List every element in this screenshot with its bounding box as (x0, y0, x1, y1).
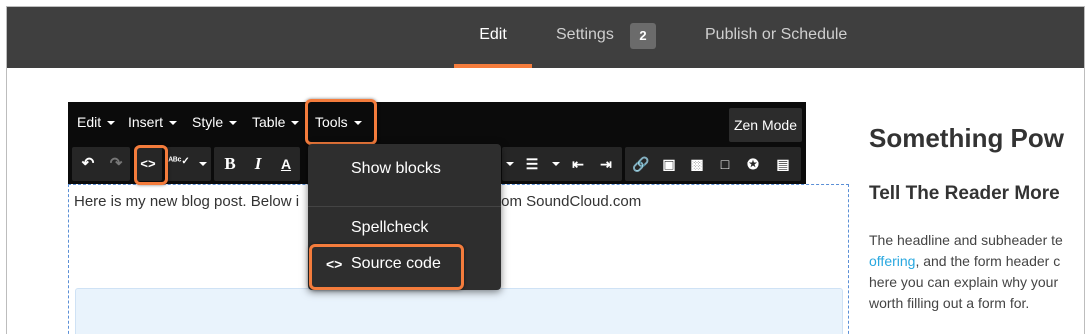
redo-icon[interactable]: ↷ (102, 147, 130, 181)
preview-body-line: The headline and subheader te (869, 232, 1063, 248)
undo-redo-group: ↶ ↷ (72, 147, 130, 181)
source-code-button-highlight (134, 145, 168, 185)
file-icon[interactable]: □ (711, 147, 739, 181)
chevron-down-icon (169, 121, 178, 126)
menu-table-label: Table (252, 114, 286, 130)
undo-icon[interactable]: ↶ (74, 147, 102, 181)
list-indent-group: ☰ ⇤ ⇥ (502, 147, 622, 181)
preview-body-line: here you can explain why your (869, 274, 1059, 290)
italic-icon[interactable]: I (244, 147, 272, 181)
preview-subheader: Tell The Reader More (869, 183, 1060, 204)
menu-item-show-blocks[interactable]: Show blocks (308, 151, 501, 187)
preview-headline: Something Pow (869, 123, 1064, 153)
tab-edit[interactable]: Edit (454, 7, 532, 68)
tab-publish-or-schedule[interactable]: Publish or Schedule (705, 7, 865, 68)
dropdown-divider (308, 206, 501, 207)
menu-table[interactable]: Table (252, 114, 300, 130)
menu-edit[interactable]: Edit (77, 114, 116, 130)
text-format-group: B I A (214, 147, 300, 181)
numbered-list-icon[interactable]: ☰ (518, 147, 546, 181)
settings-count-badge: 2 (630, 23, 656, 49)
menu-style[interactable]: Style (192, 114, 238, 130)
special-character-icon[interactable]: ✪ (739, 147, 767, 181)
image-icon[interactable]: ▣ (655, 147, 683, 181)
link-icon[interactable]: 🔗 (627, 147, 655, 181)
content-text-end: om SoundCloud.com (501, 193, 642, 210)
video-icon[interactable]: ▩ (683, 147, 711, 181)
spellcheck-group: ᴬᴮᶜ✓ (165, 147, 211, 181)
content-text-start: Here is my new blog post. Below i (74, 193, 300, 210)
bold-icon[interactable]: B (216, 147, 244, 181)
text-color-icon[interactable]: A (272, 147, 300, 181)
preview-body-text: , and the form header c (915, 253, 1061, 269)
app-frame: Edit Settings 2 Publish or Schedule Edit… (6, 6, 1085, 334)
menu-style-label: Style (192, 114, 224, 130)
preview-body-line: worth filling out a form for. (869, 295, 1030, 311)
horizontal-rule-icon[interactable]: ▤ (769, 147, 797, 181)
chevron-down-icon[interactable] (552, 162, 560, 166)
chevron-down-icon (107, 121, 116, 126)
preview-offering-link[interactable]: offering (869, 253, 915, 269)
chevron-down-icon[interactable] (506, 162, 514, 166)
menu-insert[interactable]: Insert (128, 114, 178, 130)
editor-menubar: Edit Insert Style Table Tools Zen Mode (68, 102, 806, 144)
zen-mode-button[interactable]: Zen Mode (729, 108, 802, 142)
preview-body: The headline and subheader te offering, … (869, 230, 1063, 314)
top-nav: Edit Settings 2 Publish or Schedule (7, 7, 1084, 68)
outdent-icon[interactable]: ⇤ (564, 147, 592, 181)
chevron-down-icon[interactable] (199, 162, 207, 166)
menu-insert-label: Insert (128, 114, 164, 130)
tools-menu-highlight (305, 99, 377, 145)
chevron-down-icon (291, 121, 300, 126)
spellcheck-icon[interactable]: ᴬᴮᶜ✓ (165, 147, 193, 181)
indent-icon[interactable]: ⇥ (592, 147, 620, 181)
menu-item-spellcheck[interactable]: Spellcheck (308, 210, 501, 246)
insert-media-group: 🔗 ▣ ▩ □ ✪ ▤ (625, 147, 801, 181)
preview-body-line: offering, and the form header c (869, 251, 1063, 272)
chevron-down-icon (229, 121, 238, 126)
embed-placeholder[interactable] (75, 288, 843, 334)
menu-edit-label: Edit (77, 114, 102, 130)
source-code-item-highlight (309, 244, 464, 290)
